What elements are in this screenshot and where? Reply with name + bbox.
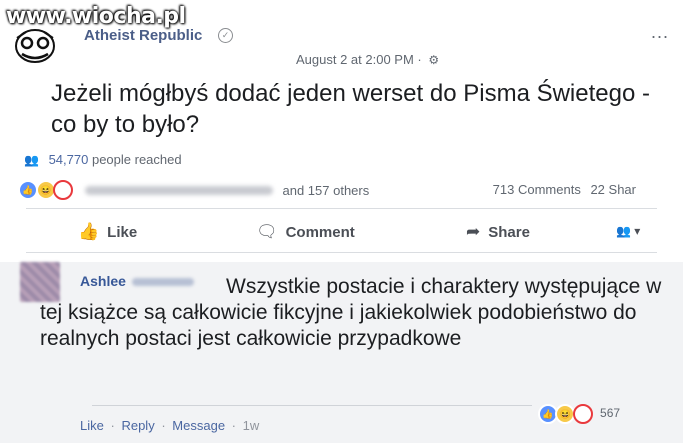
thumbs-up-icon: 👍: [78, 222, 100, 241]
separator-dot: ·: [231, 418, 237, 433]
watermark: www.wiocha.pl: [6, 4, 186, 29]
comment-reply-link[interactable]: Reply: [121, 418, 154, 433]
post-meta: August 2 at 2:00 PM · ⚙: [296, 52, 439, 67]
comment-divider: [92, 405, 532, 406]
meta-separator: ·: [417, 52, 422, 67]
like-button[interactable]: 👍 Like: [78, 222, 137, 242]
shares-count[interactable]: 22 Shar: [590, 182, 636, 197]
comment-reaction-count: 567: [600, 406, 621, 421]
reactions-bar: 👍 😆 and 157 others 713 Comments 22 Shar: [18, 180, 668, 202]
reach-count[interactable]: 54,770: [49, 152, 89, 167]
reaction-names-blurred: [84, 185, 273, 195]
post-text: Jeżeli mógłbyś dodać jeden werset do Pis…: [51, 80, 650, 138]
comment-like-link[interactable]: Like: [80, 418, 104, 433]
comment-text: Wszystkie postacie i charaktery występuj…: [40, 275, 662, 350]
comment-actions: Like · Reply · Message · 1w: [80, 418, 259, 433]
comment-time[interactable]: 1w: [243, 418, 260, 433]
separator-dot: ·: [161, 418, 166, 433]
share-icon: ➦: [466, 222, 481, 241]
comment-button[interactable]: 🗨 Comment: [256, 222, 355, 242]
divider: [26, 252, 657, 253]
like-label: Like: [107, 223, 138, 241]
more-options-icon[interactable]: ...: [651, 22, 669, 43]
reaction-others[interactable]: and 157 others: [283, 183, 370, 198]
comment-reactions[interactable]: 👍 😆 567: [538, 404, 620, 424]
engagement-counts: 713 Comments 22 Shar: [487, 182, 636, 197]
comment-icon: 🗨: [256, 222, 278, 241]
reach-label: people reached: [91, 152, 182, 167]
comment-label: Comment: [285, 223, 355, 241]
comments-count[interactable]: 713 Comments: [493, 182, 581, 197]
separator-dot: ·: [110, 418, 115, 433]
reach-line: 👥 54,770 people reached: [24, 152, 182, 167]
comment-message-link[interactable]: Message: [172, 418, 225, 433]
post-timestamp[interactable]: August 2 at 2:00 PM: [296, 52, 414, 67]
divider: [26, 208, 657, 209]
check-circle-icon: ✓: [218, 28, 233, 43]
page-avatar-logo[interactable]: [14, 28, 56, 64]
people-icon: 👥: [24, 153, 39, 167]
share-label: Share: [488, 223, 530, 241]
share-button[interactable]: ➦ Share: [466, 222, 530, 242]
wow-reaction-icon[interactable]: [53, 180, 74, 200]
page-name-link[interactable]: Atheist Republic: [84, 27, 202, 44]
reaction-selector-icon[interactable]: 👥 ▾: [616, 224, 640, 238]
wow-reaction-icon: [572, 404, 593, 424]
gear-icon: ⚙: [428, 53, 440, 67]
